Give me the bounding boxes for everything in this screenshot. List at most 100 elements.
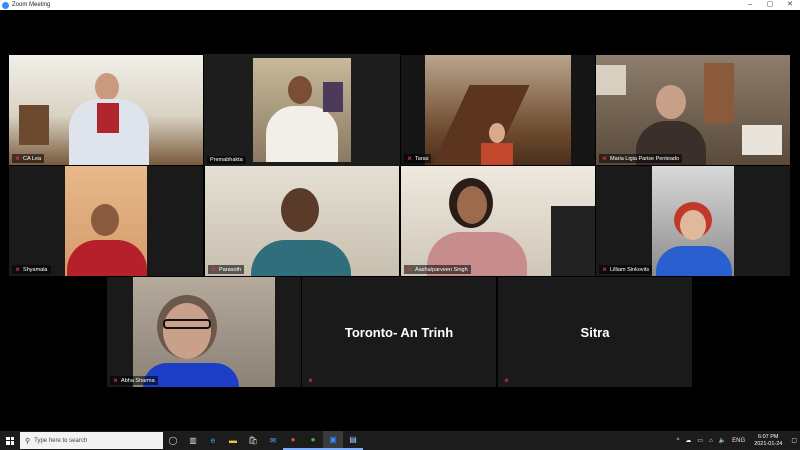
edge-icon[interactable]: e	[203, 431, 223, 450]
participant-nameplate: ⨯ CA Lea	[12, 154, 45, 163]
mic-muted-icon: ⨯	[113, 378, 119, 384]
participant-tile-active-speaker[interactable]: Premabhakta	[204, 54, 400, 166]
windows-taskbar: ⚲ Type here to search ◯ ▥ e ▬ 🛍 ✉ ● ● ▣ …	[0, 431, 800, 450]
mic-muted-icon: ⨯	[15, 267, 21, 273]
window-title: Zoom Meeting	[12, 2, 51, 8]
participant-nameplate: ⨯ Maria Ligia Parise Penteado	[599, 154, 683, 163]
search-placeholder: Type here to search	[34, 437, 88, 444]
mic-muted-icon: ⨯	[308, 378, 314, 384]
zoom-icon[interactable]: ▣	[323, 431, 343, 450]
maximize-button[interactable]: ▢	[760, 0, 780, 10]
participant-nameplate: ⨯ Shyamala	[12, 265, 51, 274]
participant-nameplate: ⨯ Aasha/parveen Singh	[404, 265, 471, 274]
participant-tile-no-video[interactable]: Sitra ⨯	[498, 277, 692, 387]
glasses-icon	[163, 319, 211, 329]
volume-icon[interactable]: 🔈	[719, 437, 726, 444]
participant-tile[interactable]: ⨯ Maria Ligia Parise Penteado	[596, 55, 790, 165]
person-head	[95, 73, 119, 101]
participant-tile[interactable]: ⨯ Lilliam Sinkovits	[596, 166, 790, 276]
coat	[551, 206, 595, 276]
person-body	[481, 143, 513, 165]
coat	[704, 63, 734, 123]
mic-muted-icon: ⨯	[211, 267, 217, 273]
participant-video	[596, 166, 790, 276]
participant-tile-no-video[interactable]: Toronto- An Trinh ⨯	[302, 277, 496, 387]
participant-nameplate: ⨯ Abha Sharma	[110, 376, 158, 385]
person-body	[266, 106, 338, 162]
participant-nameplate: ⨯ Lilliam Sinkovits	[599, 265, 653, 274]
window-titlebar: Zoom Meeting – ▢ ✕	[0, 0, 800, 10]
mic-muted-icon: ⨯	[602, 267, 608, 273]
person-head	[91, 204, 119, 236]
participant-nameplate: ⨯ Taras	[404, 154, 432, 163]
cloud-icon[interactable]: ☁	[685, 437, 691, 444]
mic-muted-icon: ⨯	[602, 156, 608, 162]
person-shirt	[97, 103, 119, 133]
start-button[interactable]	[0, 431, 20, 450]
zoom-app-icon	[2, 1, 9, 9]
taskbar-clock[interactable]: 6:07 PM 2021-01-24	[754, 434, 782, 448]
participant-nameplate: ⨯ Parasoth	[208, 265, 245, 274]
window-controls: – ▢ ✕	[740, 0, 800, 10]
chevron-up-icon[interactable]: ^	[677, 438, 680, 444]
zoom-meeting-icon[interactable]: ▤	[343, 431, 363, 450]
notifications-icon[interactable]: ▢	[791, 437, 797, 444]
person-head	[288, 76, 312, 104]
participant-video	[9, 166, 203, 276]
person-body	[251, 240, 351, 276]
mic-muted-icon: ⨯	[15, 156, 21, 162]
participant-nameplate: ⨯	[305, 376, 319, 385]
minimize-button[interactable]: –	[740, 0, 760, 10]
participant-tile[interactable]: ⨯ Taras	[401, 55, 595, 165]
person-head	[680, 210, 706, 240]
staircase	[19, 105, 49, 145]
mic-muted-icon: ⨯	[407, 267, 413, 273]
mic-muted-icon: ⨯	[504, 378, 510, 384]
chrome-alt-icon[interactable]: ●	[283, 431, 303, 450]
participant-display-name: Toronto- An Trinh	[344, 324, 454, 340]
participant-tile[interactable]: ⨯ Aasha/parveen Singh	[401, 166, 595, 276]
person-head	[457, 186, 487, 224]
participant-video	[596, 55, 790, 165]
participant-tile[interactable]: ⨯ Abha Sharma	[107, 277, 301, 387]
participant-video	[205, 166, 399, 276]
person-head	[656, 85, 686, 119]
mic-muted-icon: ⨯	[407, 156, 413, 162]
participant-video	[9, 55, 203, 165]
windows-logo-icon	[6, 436, 14, 445]
participant-video	[401, 166, 595, 276]
participant-nameplate: ⨯	[501, 376, 515, 385]
close-button[interactable]: ✕	[780, 0, 800, 10]
language-indicator[interactable]: ENG	[732, 438, 745, 444]
person-body	[67, 240, 147, 276]
participant-video	[204, 54, 400, 166]
participant-nameplate: Premabhakta	[207, 156, 246, 164]
person-body	[656, 246, 732, 276]
participant-tile[interactable]: ⨯ CA Lea	[9, 55, 203, 165]
mail-icon[interactable]: ✉	[263, 431, 283, 450]
wall-picture	[596, 65, 626, 95]
widgets-icon[interactable]: ▥	[183, 431, 203, 450]
chrome-icon[interactable]: ●	[303, 431, 323, 450]
task-view-icon[interactable]: ◯	[163, 431, 183, 450]
file-explorer-icon[interactable]: ▬	[223, 431, 243, 450]
clock-date: 2021-01-24	[754, 440, 783, 447]
participant-tile[interactable]: ⨯ Shyamala	[9, 166, 203, 276]
wall-picture	[323, 82, 343, 112]
person-head	[281, 188, 319, 232]
clock-time: 6:07 PM	[758, 433, 779, 440]
furniture	[742, 125, 782, 155]
participant-video	[107, 277, 301, 387]
taskbar-search-box[interactable]: ⚲ Type here to search	[20, 432, 163, 449]
person-head	[489, 123, 505, 143]
participant-tile[interactable]: ⨯ Parasoth	[205, 166, 399, 276]
participant-display-name: Sitra	[580, 324, 610, 340]
person-head	[163, 303, 211, 359]
system-tray: ^ ☁ ▭ ⌂ 🔈 ENG 6:07 PM 2021-01-24 ▢	[674, 431, 800, 450]
search-icon: ⚲	[25, 437, 31, 445]
participant-video	[401, 55, 595, 165]
battery-icon[interactable]: ▭	[697, 437, 703, 444]
store-icon[interactable]: 🛍	[243, 431, 263, 450]
gallery-view: ⨯ CA Lea Premabhakta ⨯ Taras ⨯ Maria Ligia …	[0, 10, 800, 431]
network-icon[interactable]: ⌂	[709, 438, 713, 444]
